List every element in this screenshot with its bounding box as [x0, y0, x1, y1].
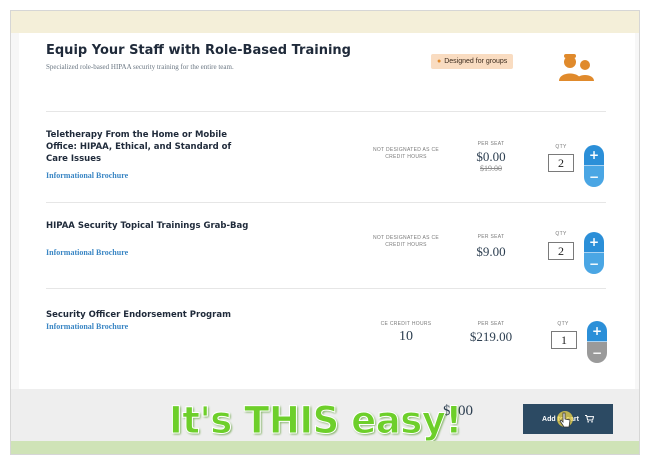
price: $0.00: [476, 149, 506, 164]
cart-icon: [584, 415, 594, 423]
per-seat-label: PER SEAT: [477, 321, 505, 327]
quantity-stepper: + −: [584, 145, 604, 187]
decrease-button[interactable]: −: [584, 166, 604, 187]
course-title: HIPAA Security Topical Trainings Grab-Ba…: [46, 221, 249, 231]
ce-hours-value: 10: [399, 329, 413, 344]
group-users-icon: [559, 54, 594, 81]
quantity-input[interactable]: 2: [548, 242, 574, 260]
brochure-link[interactable]: Informational Brochure: [46, 322, 128, 331]
price: $9.00: [476, 244, 506, 259]
increase-button[interactable]: +: [584, 232, 604, 253]
ce-label: CE CREDIT HOURS: [380, 321, 432, 327]
ce-label: NOT DESIGNATED AS CE CREDIT HOURS: [372, 235, 440, 248]
groups-badge: ● Designed for groups: [431, 54, 514, 69]
quantity-stepper: + −: [584, 232, 604, 274]
bottom-strip: [11, 441, 639, 454]
groups-badge-label: Designed for groups: [444, 58, 508, 65]
qty-label: QTY: [557, 321, 569, 327]
divider: [46, 111, 606, 112]
brochure-link[interactable]: Informational Brochure: [46, 171, 128, 180]
qty-label: QTY: [555, 231, 567, 237]
people-icon: ●: [437, 58, 442, 65]
quantity-input[interactable]: 2: [548, 154, 574, 172]
training-widget: Equip Your Staff with Role-Based Trainin…: [10, 10, 640, 455]
course-title: Teletherapy From the Home or Mobile Offi…: [46, 130, 232, 164]
training-card: [19, 33, 635, 389]
divider: [46, 288, 606, 289]
page-subtitle: Specialized role-based HIPAA security tr…: [46, 63, 234, 71]
increase-button[interactable]: +: [584, 145, 604, 166]
increase-button[interactable]: +: [587, 321, 607, 342]
page-title: Equip Your Staff with Role-Based Trainin…: [46, 43, 351, 58]
per-seat-label: PER SEAT: [477, 141, 505, 147]
brochure-link[interactable]: Informational Brochure: [46, 248, 128, 257]
ce-label: NOT DESIGNATED AS CE CREDIT HOURS: [372, 147, 440, 160]
decrease-button[interactable]: −: [587, 342, 607, 363]
price: $219.00: [469, 329, 513, 344]
course-title: Security Officer Endorsement Program: [46, 310, 231, 320]
divider: [46, 202, 606, 203]
qty-label: QTY: [555, 144, 567, 150]
promo-caption: It's THIS easy!: [169, 399, 463, 443]
top-strip: [11, 11, 639, 33]
per-seat-label: PER SEAT: [477, 234, 505, 240]
hand-cursor-icon: [557, 411, 573, 428]
quantity-stepper: + −: [587, 321, 607, 363]
quantity-input[interactable]: 1: [551, 331, 577, 349]
original-price: $19.00: [480, 164, 502, 173]
decrease-button[interactable]: −: [584, 253, 604, 274]
